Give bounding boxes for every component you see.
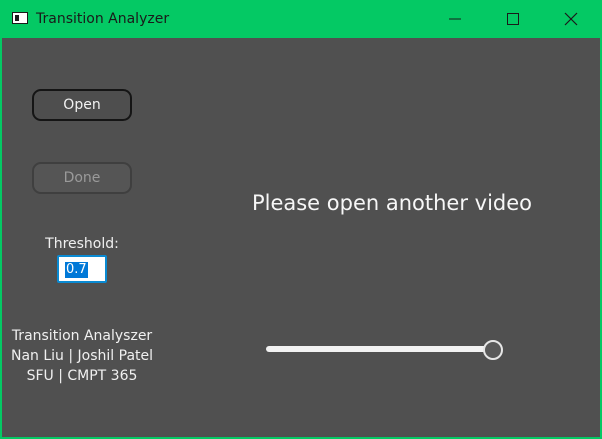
app-window-icon — [12, 12, 28, 24]
minimize-icon — [449, 18, 461, 20]
window-title: Transition Analyzer — [36, 11, 170, 27]
done-button[interactable]: Done — [32, 162, 132, 194]
minimize-button[interactable] — [426, 0, 484, 38]
close-icon — [564, 12, 578, 26]
slider-thumb[interactable] — [483, 340, 503, 360]
maximize-button[interactable] — [484, 0, 542, 38]
maximize-icon — [507, 13, 519, 25]
threshold-value: 0.7 — [65, 262, 88, 278]
open-button[interactable]: Open — [32, 89, 132, 121]
credits-course: SFU | CMPT 365 — [26, 368, 138, 384]
threshold-input[interactable]: 0.7 — [57, 255, 107, 283]
credits-app-name: Transition Analyszer — [11, 328, 153, 344]
credits-authors: Nan Liu | Joshil Patel — [10, 348, 154, 364]
video-slider[interactable] — [266, 338, 506, 360]
close-button[interactable] — [542, 0, 600, 38]
credits: Transition Analyszer Nan Liu | Joshil Pa… — [2, 326, 162, 386]
threshold-label: Threshold: — [45, 236, 119, 252]
client-area: Open Done Threshold: 0.7 Transition Anal… — [2, 38, 600, 437]
status-message: Please open another video — [251, 191, 533, 215]
slider-track[interactable] — [266, 346, 492, 352]
title-bar[interactable]: Transition Analyzer — [0, 0, 602, 38]
